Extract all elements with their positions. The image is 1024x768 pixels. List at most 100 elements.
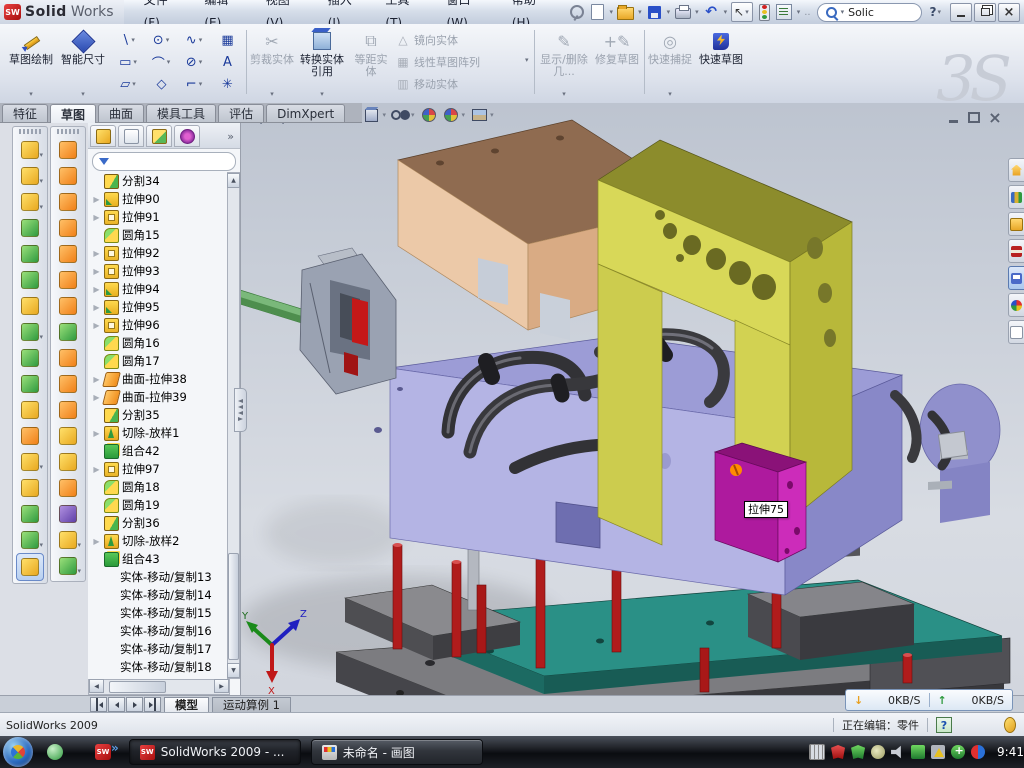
orange-slab-icon[interactable] [55,293,81,319]
close-button[interactable] [998,3,1020,22]
expand-arrow-icon[interactable]: ▶ [92,249,101,258]
tree-item[interactable]: 分割36 [90,514,230,532]
gold-y-split-icon[interactable] [55,449,81,475]
tree-item[interactable]: ▶拉伸97 [90,460,230,478]
gold-cube-window-dropdown-arrow[interactable]: ▾ [39,177,43,185]
prev-tab-button[interactable] [108,697,125,712]
open-button[interactable] [617,4,634,20]
apply-scene-dropdown-arrow[interactable]: ▾ [462,111,466,119]
tree-item[interactable]: 实体-移动/复制15 [90,604,230,622]
trim-entities-button[interactable]: ✂ 剪裁实体▾ [250,27,294,100]
repair-sketch-button[interactable]: +✎ 修复草图 [594,27,640,100]
gold-green-fillet-dropdown-arrow[interactable]: ▾ [39,203,43,211]
model-3d-view[interactable]: Y Z X [240,103,1024,695]
status-help-icon[interactable]: ? [936,717,952,733]
toolbar-grip[interactable] [57,129,79,134]
last-tab-button[interactable] [144,697,161,712]
restore-button[interactable] [974,3,996,22]
quick-launch-chevron[interactable]: » [111,741,119,755]
tree-item[interactable]: 圆角18 [90,478,230,496]
panel-splitter-handle[interactable] [234,388,247,432]
orange-elbow-icon[interactable] [55,371,81,397]
ellipse-dropdown-arrow[interactable]: ▾ [199,58,203,66]
expand-arrow-icon[interactable]: ▶ [92,285,101,294]
appearances-scenes-button[interactable] [1008,293,1024,317]
taskbar-button[interactable]: 未命名 - 画图 [311,739,483,765]
horizontal-scroll-thumb[interactable] [109,681,166,693]
search-dropdown-arrow[interactable]: ▾ [841,8,845,16]
tab-评估[interactable]: 评估 [218,104,264,122]
offset-entities-button[interactable]: ⧉ 等距实体 [350,27,392,100]
first-tab-button[interactable] [90,697,107,712]
slot-dropdown-arrow[interactable]: ▾ [132,80,136,88]
help-button[interactable]: ? [930,5,937,19]
tab-模具工具[interactable]: 模具工具 [146,104,216,122]
scroll-up-arrow[interactable]: ▲ [227,173,240,188]
move-entities-button[interactable]: ▥移动实体 [396,73,522,95]
tree-item[interactable]: 组合42 [90,442,230,460]
green-spline-icon[interactable]: ▾ [17,527,43,553]
start-button[interactable] [3,737,33,767]
orange-ribbon-icon[interactable] [55,137,81,163]
tree-item[interactable]: ▶拉伸91 [90,208,230,226]
usb-tray-icon[interactable] [911,745,925,759]
tree-item[interactable]: 分割34 [90,172,230,190]
circle-dropdown-arrow[interactable]: ▾ [166,36,170,44]
tree-item[interactable]: ▶曲面-拉伸38 [90,370,230,388]
green-spline-dropdown-arrow[interactable]: ▾ [39,541,43,549]
gold-box-icon[interactable] [55,423,81,449]
keyboard-tray-icon[interactable] [809,744,825,760]
green-spline2-dropdown-arrow[interactable]: ▾ [77,567,81,575]
edit-appearance-icon[interactable] [420,107,438,123]
tree-horizontal-scrollbar[interactable]: ◀ ▶ [88,679,230,695]
green-dot-pattern-dropdown-arrow[interactable]: ▾ [39,333,43,341]
orange-diamond-ring-icon[interactable] [55,267,81,293]
pin-toolbar-icon[interactable] [569,4,586,20]
sketch-fillet-dropdown-arrow[interactable]: ▾ [199,80,203,88]
scroll-down-arrow[interactable]: ▼ [227,663,240,678]
expand-arrow-icon[interactable]: ▶ [92,537,101,546]
view-orientation-dropdown-arrow[interactable]: ▾ [383,111,387,119]
view-settings-icon[interactable]: ▾ [470,107,495,123]
tree-item[interactable]: ▶拉伸96 [90,316,230,334]
green-gold-stack-icon[interactable] [17,371,43,397]
corner-rectangle-tool-icon[interactable]: ▭▾ [112,51,145,73]
linear-pattern-button[interactable]: ▦线性草图阵列 [396,51,522,73]
view-orientation-icon[interactable]: ▾ [363,107,388,123]
tree-item[interactable]: ▶拉伸95 [90,298,230,316]
health-tray-icon[interactable] [951,745,965,759]
sketch-button[interactable]: 草图绘制▾ [6,27,56,100]
point-tool-icon[interactable]: ✳ [211,73,244,95]
gold-diamond-icon[interactable] [17,475,43,501]
hide-show-items-dropdown-arrow[interactable]: ▾ [411,111,415,119]
media-player-launch-icon[interactable] [71,744,87,760]
gold-green-fillet-icon[interactable]: ▾ [17,189,43,215]
orange-funnel-icon[interactable] [55,215,81,241]
scroll-right-arrow[interactable]: ▶ [214,679,229,693]
green-dot-pattern-icon[interactable]: ▾ [17,319,43,345]
tree-item[interactable]: 实体-移动/复制14 [90,586,230,604]
text-tool-icon[interactable]: A [211,51,244,73]
expand-arrow-icon[interactable]: ▶ [92,429,101,438]
spline-tool-icon[interactable]: ∿▾ [178,29,211,51]
network-speed-widget[interactable]: ↓ 0KB/S ↑ 0KB/S [845,689,1013,711]
gold-cube-wand-icon[interactable] [17,293,43,319]
messenger-launch-icon[interactable] [47,744,63,760]
save-button[interactable] [646,4,663,20]
corner-rectangle-dropdown-arrow[interactable]: ▾ [133,58,137,66]
toolbar-grip[interactable] [19,129,41,134]
design-library-button[interactable] [1008,185,1024,209]
ellipse-tool-icon[interactable]: ⊘▾ [178,51,211,73]
taskbar-button[interactable]: SWSolidWorks 2009 - ... [129,739,301,765]
gold-cube-window-icon[interactable]: ▾ [17,163,43,189]
quick-snaps-button[interactable]: ◎ 快速捕捉▾ [648,27,692,100]
shield-green-tray-icon[interactable] [851,745,865,759]
tree-item[interactable]: ▶拉伸90 [90,190,230,208]
network-tray-icon[interactable] [931,745,945,759]
green-wedge-icon[interactable] [17,215,43,241]
expand-arrow-icon[interactable]: ▶ [92,393,101,402]
tree-item[interactable]: 实体-移动/复制18 [90,658,230,676]
solidworks-toolbox-button[interactable] [1008,239,1024,263]
view-palette-button[interactable] [1008,266,1024,290]
orange-arrows-icon[interactable] [55,475,81,501]
